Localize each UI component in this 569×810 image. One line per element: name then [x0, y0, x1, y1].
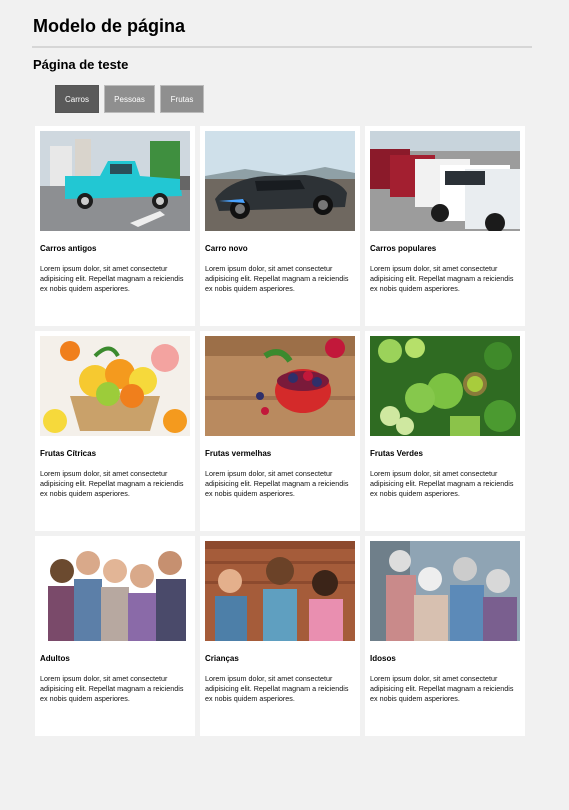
card-carros-antigos: Carros antigos Lorem ipsum dolor, sit am…	[35, 126, 195, 326]
page-title: Modelo de página	[33, 16, 186, 36]
card-frutas-verdes: Frutas Verdes Lorem ipsum dolor, sit ame…	[365, 331, 525, 531]
card-grid: Carros antigos Lorem ipsum dolor, sit am…	[35, 126, 525, 736]
citrus-fruits-photo	[40, 336, 190, 436]
tab-pessoas[interactable]: Pessoas	[104, 85, 155, 113]
card-adultos: Adultos Lorem ipsum dolor, sit amet cons…	[35, 536, 195, 736]
card-description: Lorem ipsum dolor, sit amet consectetur …	[40, 264, 184, 293]
card-description: Lorem ipsum dolor, sit amet consectetur …	[40, 469, 184, 498]
card-title: Idosos	[370, 654, 396, 663]
card-description: Lorem ipsum dolor, sit amet consectetur …	[370, 469, 514, 498]
card-frutas-citricas: Frutas Cítricas Lorem ipsum dolor, sit a…	[35, 331, 195, 531]
card-idosos: Idosos Lorem ipsum dolor, sit amet conse…	[365, 536, 525, 736]
card-frutas-vermelhas: Frutas vermelhas Lorem ipsum dolor, sit …	[200, 331, 360, 531]
card-title: Adultos	[40, 654, 70, 663]
tab-carros[interactable]: Carros	[55, 85, 99, 113]
card-description: Lorem ipsum dolor, sit amet consectetur …	[205, 264, 349, 293]
parked-cars-photo	[370, 131, 520, 231]
adults-group-photo	[40, 541, 190, 641]
card-title: Frutas Cítricas	[40, 449, 97, 458]
filter-tabs: Carros Pessoas Frutas	[55, 85, 204, 113]
header-divider	[32, 46, 532, 48]
sports-car-photo	[205, 131, 355, 231]
card-carros-populares: Carros populares Lorem ipsum dolor, sit …	[365, 126, 525, 326]
berries-photo	[205, 336, 355, 436]
card-criancas: Crianças Lorem ipsum dolor, sit amet con…	[200, 536, 360, 736]
section-title: Página de teste	[33, 57, 129, 72]
card-title: Crianças	[205, 654, 239, 663]
card-description: Lorem ipsum dolor, sit amet consectetur …	[205, 674, 349, 703]
card-title: Carros populares	[370, 244, 437, 253]
children-photo	[205, 541, 355, 641]
card-description: Lorem ipsum dolor, sit amet consectetur …	[40, 674, 184, 703]
vintage-car-photo	[40, 131, 190, 231]
elderly-photo	[370, 541, 520, 641]
card-title: Carros antigos	[40, 244, 97, 253]
card-title: Carro novo	[205, 244, 248, 253]
card-description: Lorem ipsum dolor, sit amet consectetur …	[370, 264, 514, 293]
card-title: Frutas Verdes	[370, 449, 423, 458]
card-description: Lorem ipsum dolor, sit amet consectetur …	[370, 674, 514, 703]
green-fruits-photo	[370, 336, 520, 436]
tab-frutas[interactable]: Frutas	[160, 85, 204, 113]
card-carro-novo: Carro novo Lorem ipsum dolor, sit amet c…	[200, 126, 360, 326]
card-description: Lorem ipsum dolor, sit amet consectetur …	[205, 469, 349, 498]
card-title: Frutas vermelhas	[205, 449, 272, 458]
